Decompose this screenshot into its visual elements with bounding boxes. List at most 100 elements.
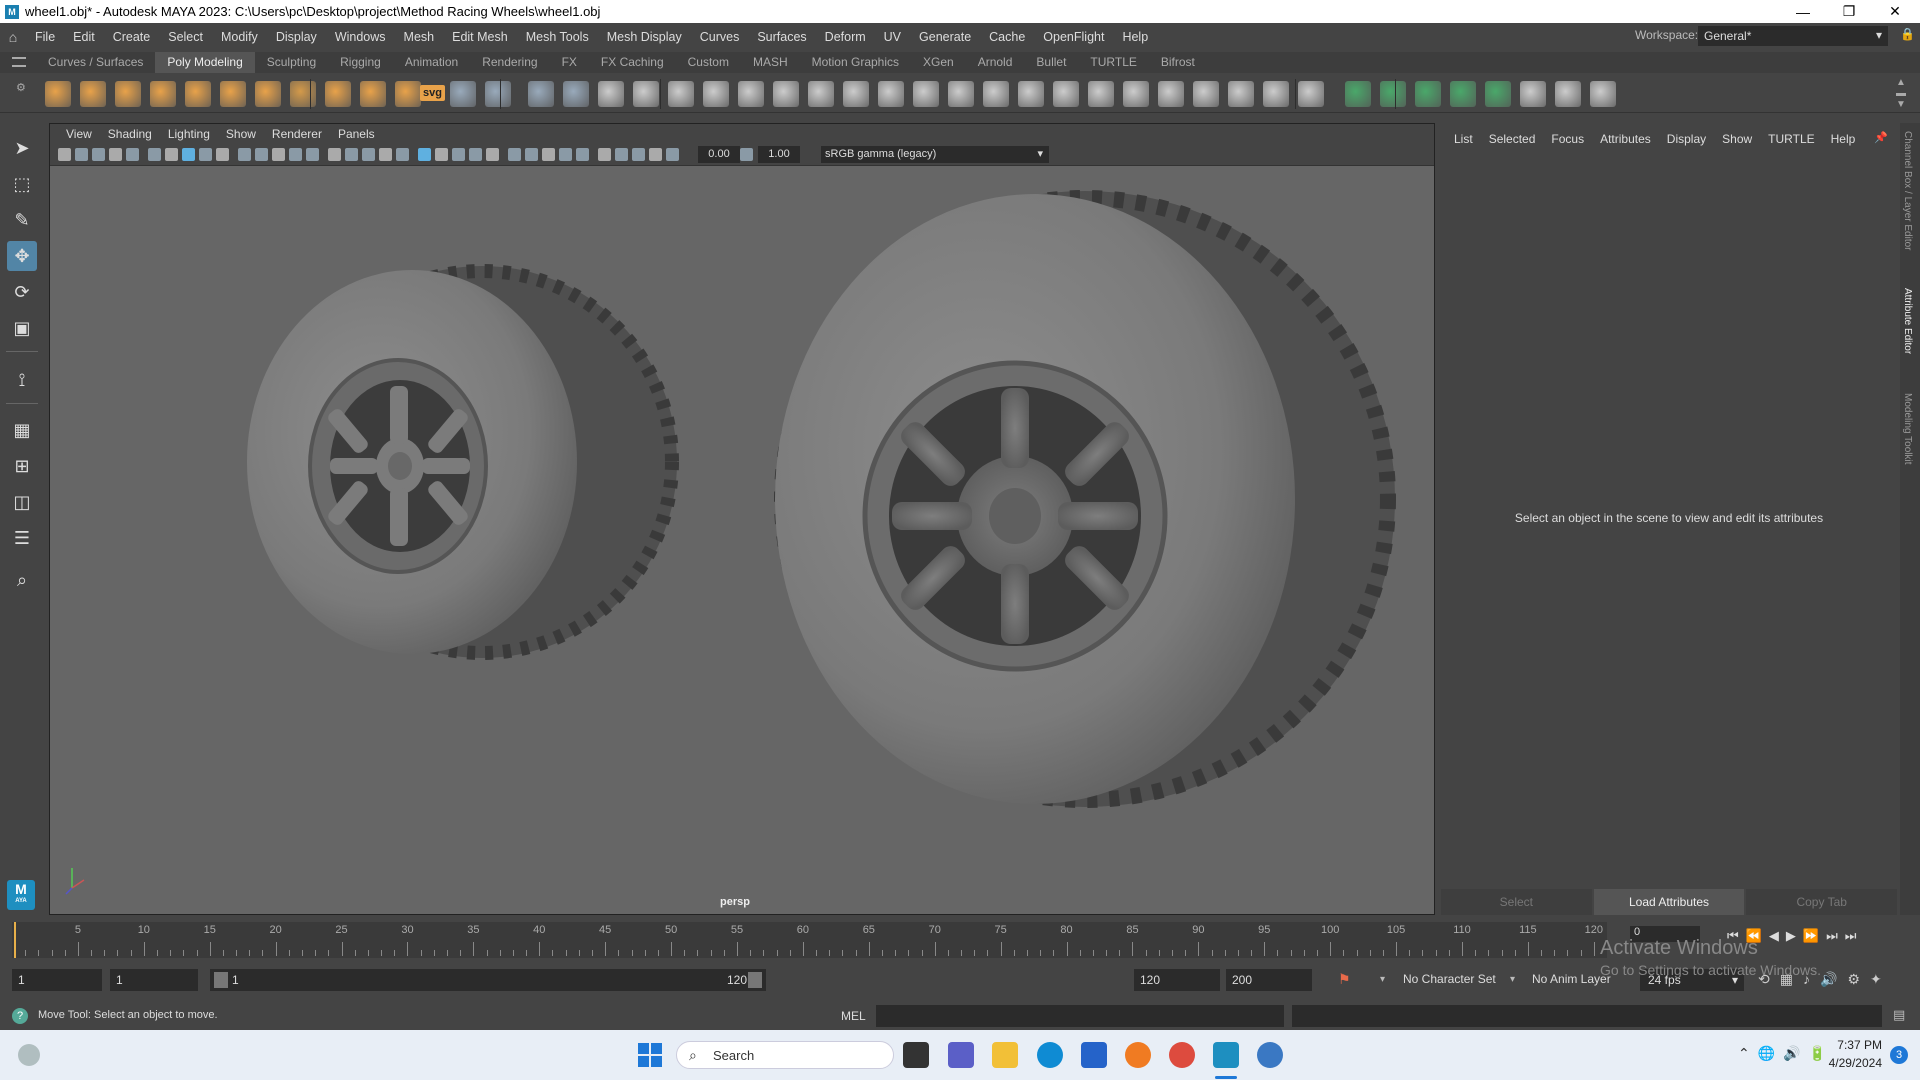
viewport-tool-36-icon[interactable] (740, 148, 753, 161)
menu-display[interactable]: Display (267, 30, 326, 44)
viewport-tool-33-icon[interactable] (632, 148, 645, 161)
character-set-select[interactable]: No Character Set (1403, 972, 1496, 986)
shelf-tab-sculpting[interactable]: Sculpting (255, 52, 328, 73)
widgets-icon[interactable] (18, 1044, 40, 1066)
select-tool-icon[interactable]: ➤ (7, 133, 37, 163)
gear-icon[interactable]: ⚙ (16, 81, 26, 94)
viewport-tool-7-icon[interactable] (165, 148, 178, 161)
lock-icon[interactable]: 🔒 (1900, 27, 1915, 41)
shelf-tool-32-icon[interactable] (1158, 81, 1184, 107)
viewport-tool-5-icon[interactable] (126, 148, 139, 161)
viewport-tool-3-icon[interactable] (92, 148, 105, 161)
viewport-tool-8-icon[interactable] (182, 148, 195, 161)
shelf-tool-2-icon[interactable] (80, 81, 106, 107)
command-input[interactable] (876, 1005, 1284, 1027)
shelf-tool-12-icon[interactable] (450, 81, 476, 107)
viewport-tool-25-icon[interactable] (486, 148, 499, 161)
attr-menu-selected[interactable]: Selected (1481, 132, 1544, 146)
current-time-marker[interactable] (14, 922, 16, 958)
chevron-down-icon[interactable]: ▾ (1380, 974, 1385, 985)
viewport-tool-1-icon[interactable] (58, 148, 71, 161)
tab-attribute-editor[interactable]: Attribute Editor (1902, 288, 1913, 354)
viewport-tool-11-icon[interactable] (238, 148, 251, 161)
search-icon[interactable]: ⌕ (7, 565, 37, 595)
select-button[interactable]: Select (1441, 889, 1592, 915)
viewport-tool-6-icon[interactable] (148, 148, 161, 161)
attr-menu-show[interactable]: Show (1714, 132, 1760, 146)
four-view-icon[interactable]: ⊞ (7, 451, 37, 481)
maya-taskbar-icon[interactable] (1213, 1042, 1239, 1068)
shelf-tool-10-icon[interactable] (360, 81, 386, 107)
viewport-tool-28-icon[interactable] (542, 148, 555, 161)
attr-menu-help[interactable]: Help (1823, 132, 1864, 146)
shelf-tool-39-icon[interactable] (1415, 81, 1441, 107)
shelf-tool-43-icon[interactable] (1555, 81, 1581, 107)
shelf-tab-mash[interactable]: MASH (741, 52, 800, 73)
scale-tool-icon[interactable]: ▣ (7, 313, 37, 343)
shelf-tool-27-icon[interactable] (983, 81, 1009, 107)
colorspace-select[interactable]: sRGB gamma (legacy) ▾ (821, 146, 1049, 163)
anim-layer-select[interactable]: No Anim Layer (1532, 972, 1611, 986)
shelf-tool-36-icon[interactable] (1298, 81, 1324, 107)
viewport-tool-20-icon[interactable] (396, 148, 409, 161)
menu-deform[interactable]: Deform (816, 30, 875, 44)
edge-icon[interactable] (1037, 1042, 1063, 1068)
playback-start-field[interactable]: 1 (110, 969, 198, 991)
move-tool-icon[interactable]: ✥ (7, 241, 37, 271)
viewport-tool-21-icon[interactable] (418, 148, 431, 161)
menu-edit-mesh[interactable]: Edit Mesh (443, 30, 517, 44)
viewport-tool-34-icon[interactable] (649, 148, 662, 161)
shelf-tool-35-icon[interactable] (1263, 81, 1289, 107)
workspace-select[interactable]: General* ▾ (1698, 26, 1888, 46)
viewport-tool-35-icon[interactable] (666, 148, 679, 161)
viewport-menu-panels[interactable]: Panels (330, 127, 383, 141)
menu-modify[interactable]: Modify (212, 30, 267, 44)
viewport-tool-27-icon[interactable] (525, 148, 538, 161)
exposure-field[interactable]: 0.00 (698, 146, 740, 163)
chevron-down-icon[interactable]: ▾ (1510, 974, 1515, 985)
viewport-tool-17-icon[interactable] (345, 148, 358, 161)
firefox-icon[interactable] (1125, 1042, 1151, 1068)
shelf-tool-41-icon[interactable] (1485, 81, 1511, 107)
shelf-tool-8-icon[interactable] (290, 81, 316, 107)
menu-create[interactable]: Create (104, 30, 160, 44)
attr-menu-turtle[interactable]: TURTLE (1760, 132, 1822, 146)
shelf-tool-24-icon[interactable] (878, 81, 904, 107)
shelf-tab-curves-surfaces[interactable]: Curves / Surfaces (36, 52, 155, 73)
shelf-menu-icon[interactable] (12, 57, 26, 67)
notification-badge[interactable]: 3 (1890, 1046, 1908, 1064)
shelf-tab-rigging[interactable]: Rigging (328, 52, 393, 73)
shelf-tool-18-icon[interactable] (668, 81, 694, 107)
viewport-tool-16-icon[interactable] (328, 148, 341, 161)
shelf-tool-21-icon[interactable] (773, 81, 799, 107)
shelf-tool-13-icon[interactable] (485, 81, 511, 107)
shelf-tool-40-icon[interactable] (1450, 81, 1476, 107)
file-explorer-icon[interactable] (992, 1042, 1018, 1068)
shelf-tool-22-icon[interactable] (808, 81, 834, 107)
viewport-tool-22-icon[interactable] (435, 148, 448, 161)
viewport-tool-15-icon[interactable] (306, 148, 319, 161)
maximize-button[interactable]: ❐ (1826, 0, 1872, 23)
taskbar-search[interactable]: ⌕ Search (676, 1041, 894, 1069)
chrome-icon[interactable] (1169, 1042, 1195, 1068)
shelf-tool-33-icon[interactable] (1193, 81, 1219, 107)
shelf-tool-17-icon[interactable] (633, 81, 659, 107)
steam-icon[interactable] (1257, 1042, 1283, 1068)
menu-surfaces[interactable]: Surfaces (748, 30, 815, 44)
shelf-tool-7-icon[interactable] (255, 81, 281, 107)
shelf-tab-motion-graphics[interactable]: Motion Graphics (800, 52, 911, 73)
shelf-tool-31-icon[interactable] (1123, 81, 1149, 107)
menu-curves[interactable]: Curves (691, 30, 749, 44)
outliner-icon[interactable]: ☰ (7, 523, 37, 553)
shelf-tool-38-icon[interactable] (1380, 81, 1406, 107)
shelf-tool-4-icon[interactable] (150, 81, 176, 107)
shelf-tool-23-icon[interactable] (843, 81, 869, 107)
shelf-tool-30-icon[interactable] (1088, 81, 1114, 107)
viewport-menu-show[interactable]: Show (218, 127, 264, 141)
viewport-tool-30-icon[interactable] (576, 148, 589, 161)
shelf-tool-15-icon[interactable] (563, 81, 589, 107)
shelf-tool-5-icon[interactable] (185, 81, 211, 107)
menu-mesh-tools[interactable]: Mesh Tools (517, 30, 598, 44)
mel-label[interactable]: MEL (841, 1009, 866, 1023)
menu-file[interactable]: File (26, 30, 64, 44)
